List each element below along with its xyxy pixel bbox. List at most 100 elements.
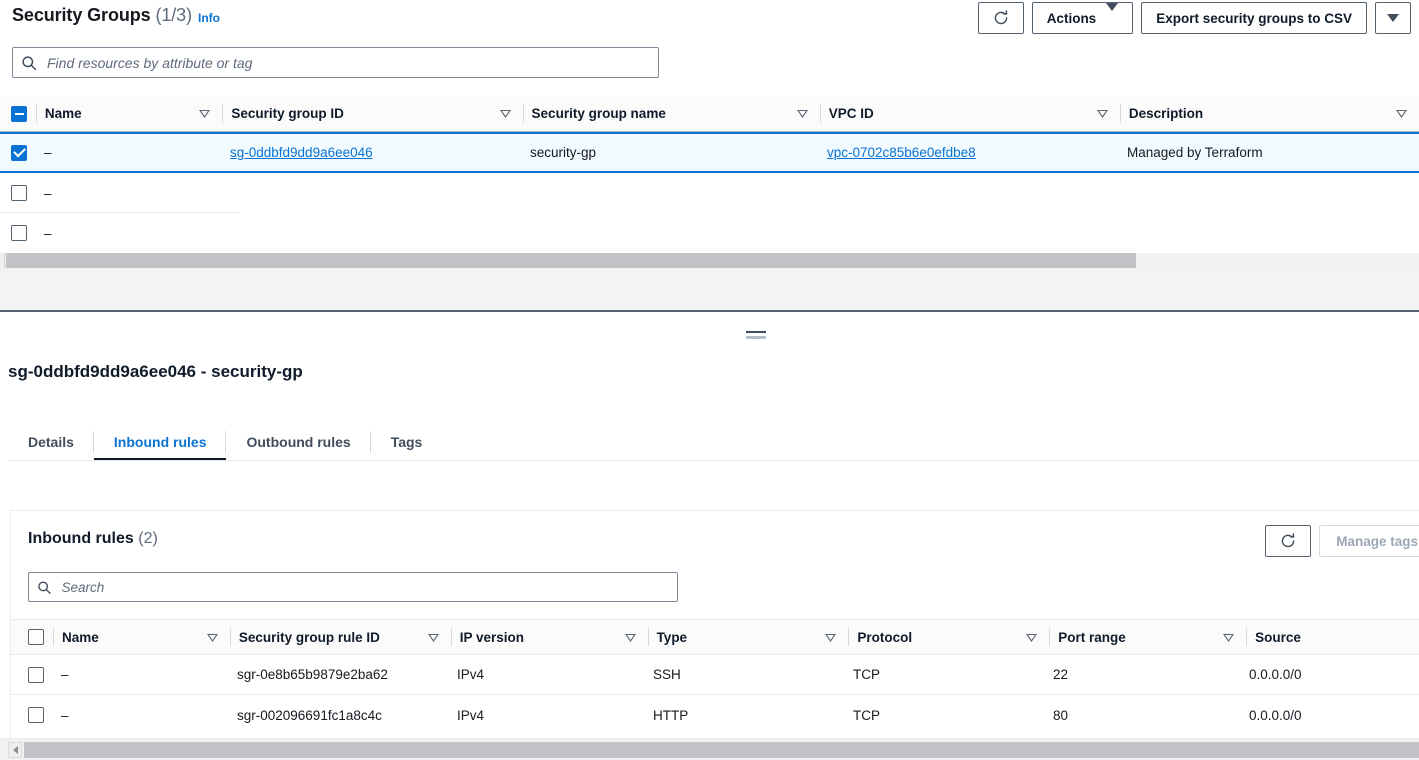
inbound-rules-table-header: Name Security group rule ID IP version T… [11,619,1419,655]
table-footer-band [0,269,1419,311]
page-title-text: Security Groups [12,5,151,25]
inbound-refresh-button[interactable] [1265,525,1312,557]
actions-button-label: Actions [1046,10,1097,26]
sort-icon[interactable] [199,108,211,119]
table-row[interactable]: – sgr-002096691fc1a8c4c IPv4 HTTP TCP 80… [11,695,1419,735]
tab-outbound-rules[interactable]: Outbound rules [226,423,371,461]
sort-icon[interactable] [1096,108,1108,119]
inbound-rules-count: (2) [138,530,158,547]
sort-icon[interactable] [825,632,837,643]
scroll-left-button[interactable] [0,253,5,269]
cell-type: SSH [653,667,681,682]
cell-ip-version: IPv4 [457,707,485,723]
tab-label: Inbound rules [113,434,207,450]
column-header-security-group-name[interactable]: Security group name [524,96,820,131]
column-header-name[interactable]: Name [37,96,222,131]
column-header-label: IP version [459,629,524,645]
cell-name: – [44,145,52,160]
cell-source: 0.0.0.0/0 [1249,667,1302,682]
column-header-ip-version[interactable]: IP version [452,620,648,654]
row-checkbox[interactable] [28,707,44,723]
column-header-label: VPC ID [828,106,874,121]
sort-icon[interactable] [796,108,808,119]
page-title-count: (1/3) [155,5,192,25]
export-csv-button[interactable]: Export security groups to CSV [1141,2,1367,34]
column-header-label: Type [656,629,688,645]
select-all-cell [0,96,36,131]
column-header-port-range[interactable]: Port range [1050,620,1246,654]
sort-icon[interactable] [624,632,636,643]
cell-rule-id: sgr-002096691fc1a8c4c [237,707,382,723]
tab-label: Details [28,434,74,450]
scroll-left-button[interactable] [8,742,22,758]
tab-details[interactable]: Details [8,423,94,461]
select-all-checkbox[interactable] [28,629,44,645]
row-select-cell [11,655,53,694]
info-link[interactable]: Info [198,11,220,25]
security-group-id-link[interactable]: sg-0ddbfd9dd9a6ee046 [230,145,373,160]
column-header-source[interactable]: Source [1247,620,1419,654]
table-row[interactable]: – sg-0ddbfd9dd9a6ee046 security-gp vpc-0… [0,132,1419,173]
column-header-protocol[interactable]: Protocol [849,620,1049,654]
tab-tags[interactable]: Tags [371,423,443,461]
table-row[interactable]: – [0,213,1419,253]
sort-icon[interactable] [1396,108,1407,119]
row-checkbox[interactable] [11,185,27,201]
select-all-checkbox[interactable] [11,105,27,122]
scrollbar-thumb[interactable] [24,742,1419,758]
sort-icon[interactable] [206,632,218,643]
inbound-rules-title: Inbound rules (2) [28,530,158,548]
column-header-description[interactable]: Description [1121,96,1419,131]
detail-panel-title: sg-0ddbfd9dd9a6ee046 - security-gp [8,362,303,381]
export-dropdown-button[interactable] [1375,2,1411,34]
drag-handle-bar [746,336,766,339]
inbound-rules-search-input[interactable] [59,578,669,596]
table-row[interactable]: – [0,173,1419,213]
column-header-label: Security group rule ID [238,629,380,645]
export-csv-label: Export security groups to CSV [1156,10,1352,26]
table-horizontal-scrollbar[interactable] [0,253,1419,269]
inbound-rules-header: Inbound rules (2) Search Manage tags [11,511,1419,619]
column-header-type[interactable]: Type [649,620,849,654]
sort-icon[interactable] [1026,632,1038,643]
search-input[interactable] [45,53,650,72]
tab-inbound-rules[interactable]: Inbound rules [93,423,227,461]
cell-security-group-name [522,213,819,253]
column-header-label: Port range [1058,629,1126,645]
column-header-rule-id[interactable]: Security group rule ID [231,620,451,654]
manage-tags-label: Manage tags [1336,533,1418,549]
cell-vpc-id [819,213,1119,253]
sort-icon[interactable] [427,632,439,643]
row-checkbox[interactable] [11,225,27,241]
column-header-label: Security group ID [231,106,344,121]
column-header-label: Description [1128,106,1204,121]
inbound-rules-actions: Manage tags [1265,525,1419,557]
split-panel-drag-handle[interactable] [746,331,766,339]
refresh-icon [994,10,1008,25]
column-header-security-group-id[interactable]: Security group ID [223,96,522,131]
inbound-rules-panel: Inbound rules (2) Search Manage tags Nam… [10,510,1419,760]
manage-tags-button[interactable]: Manage tags [1319,525,1419,557]
resource-search[interactable] [12,47,659,78]
cell-security-group-id [222,213,522,253]
scrollbar-thumb[interactable] [6,253,1136,268]
security-groups-table: Name Security group ID Security group na… [0,96,1419,253]
table-row[interactable]: – sgr-0e8b65b9879e2ba62 IPv4 SSH TCP 22 … [11,655,1419,695]
cell-protocol: TCP [853,707,880,723]
row-checkbox[interactable] [11,144,27,161]
cell-description [1119,173,1418,213]
sort-icon[interactable] [499,108,511,119]
actions-button[interactable]: Actions [1031,2,1134,34]
search-icon [22,55,37,70]
select-all-cell [11,620,53,654]
column-header-name[interactable]: Name [54,620,230,654]
column-header-vpc-id[interactable]: VPC ID [821,96,1120,131]
refresh-button[interactable] [977,2,1024,34]
vpc-id-link[interactable]: vpc-0702c85b6e0efdbe8 [827,145,976,160]
chevron-down-icon [1106,2,1119,26]
inbound-rules-search[interactable] [28,572,678,602]
inbound-rules-horizontal-scrollbar[interactable] [0,738,1419,760]
row-checkbox[interactable] [28,666,44,683]
chevron-left-icon [12,746,18,754]
sort-icon[interactable] [1223,632,1235,643]
